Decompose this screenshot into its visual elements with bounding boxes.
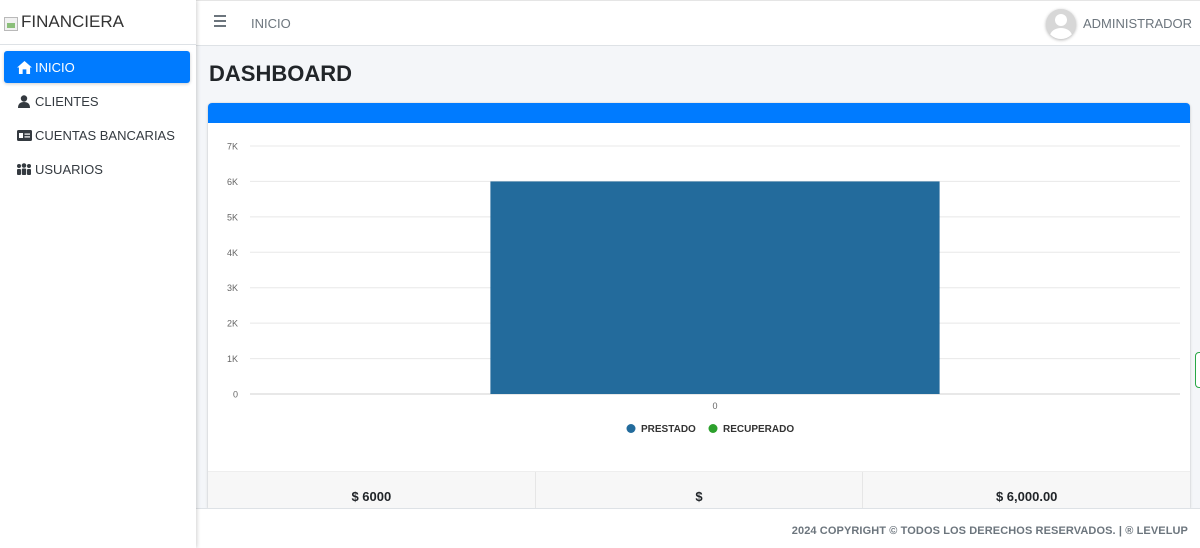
- sidebar-item-clientes[interactable]: CLIENTES: [4, 85, 190, 117]
- copyright-text: 2024 COPYRIGHT © TODOS LOS DERECHOS RESE…: [791, 525, 1188, 537]
- brand-name: FINANCIERA: [21, 12, 124, 31]
- sidebar-item-cuentas-bancarias[interactable]: CUENTAS BANCARIAS: [4, 119, 190, 151]
- top-navbar: INICIO ADMINISTRADOR: [196, 0, 1200, 46]
- y-tick-label: 3K: [227, 283, 238, 293]
- card-footer: $ 6000 $ $ 6,000.00: [208, 471, 1190, 508]
- summary-prestado: $ 6000: [208, 472, 536, 508]
- users-icon: [16, 162, 32, 176]
- sidebar: FINANCIERA INICIO CLIENTES CUENTAS BANCA…: [0, 0, 196, 548]
- sidebar-item-label: INICIO: [35, 59, 75, 75]
- sidebar-item-inicio[interactable]: INICIO: [4, 51, 190, 83]
- brand[interactable]: FINANCIERA: [0, 0, 196, 45]
- legend-label-recuperado: RECUPERADO: [723, 424, 794, 435]
- card-header: [208, 103, 1190, 123]
- y-tick-label: 6K: [227, 177, 238, 187]
- bar-chart: 0 1K 2K 3K 4K 5K 6K 7K 0 PRESTADO RECUPERADO: [227, 142, 1180, 435]
- y-tick-label: 2K: [227, 319, 238, 329]
- user-icon: [16, 94, 32, 108]
- y-tick-label: 7K: [227, 142, 238, 152]
- topbar-link-inicio[interactable]: INICIO: [251, 16, 291, 31]
- chart-card: 0 1K 2K 3K 4K 5K 6K 7K 0 PRESTADO RECUPERADO $ 600…: [208, 103, 1190, 508]
- page-footer: 2024 COPYRIGHT © TODOS LOS DERECHOS RESE…: [196, 508, 1200, 548]
- sidebar-item-label: CLIENTES: [35, 93, 99, 109]
- edge-widget-tab[interactable]: [1195, 352, 1200, 388]
- hamburger-menu-icon[interactable]: [214, 15, 226, 27]
- user-name[interactable]: ADMINISTRADOR: [1083, 16, 1192, 31]
- page-title: DASHBOARD: [209, 61, 352, 86]
- x-tick-label: 0: [712, 401, 717, 411]
- y-tick-label: 1K: [227, 354, 238, 364]
- sidebar-item-label: USUARIOS: [35, 161, 103, 177]
- legend-marker-recuperado: [708, 424, 718, 433]
- y-tick-label: 4K: [227, 248, 238, 258]
- user-avatar[interactable]: [1046, 9, 1076, 39]
- broken-image-icon: [4, 17, 18, 31]
- legend-label-prestado: PRESTADO: [641, 424, 696, 435]
- y-tick-label: 5K: [227, 212, 238, 222]
- sidebar-item-label: CUENTAS BANCARIAS: [35, 127, 175, 143]
- summary-recuperado: $: [536, 472, 864, 508]
- home-icon: [16, 60, 32, 74]
- sidebar-nav: INICIO CLIENTES CUENTAS BANCARIAS USUARI…: [0, 45, 196, 185]
- summary-total: $ 6,000.00: [995, 489, 1058, 504]
- y-tick-label: 0: [233, 390, 238, 400]
- legend-marker-prestado: [626, 424, 636, 433]
- bar-prestado: [490, 181, 940, 394]
- id-card-icon: [16, 128, 32, 142]
- sidebar-item-usuarios[interactable]: USUARIOS: [4, 153, 190, 185]
